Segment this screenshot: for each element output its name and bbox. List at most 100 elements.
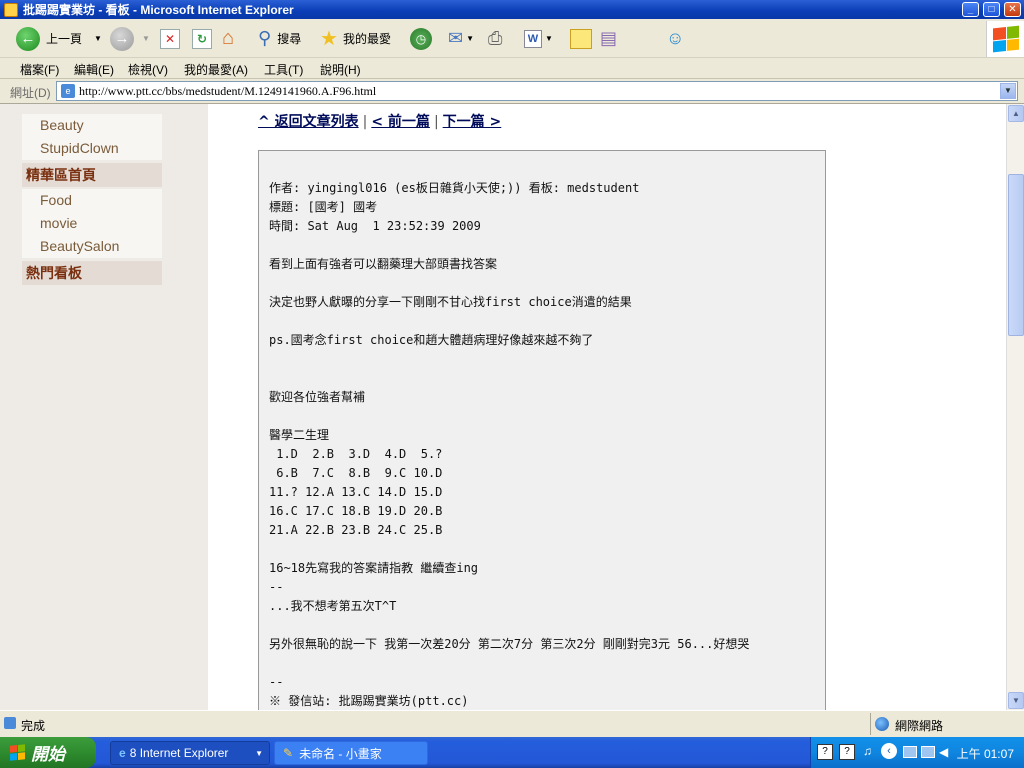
sidebar-item-beauty[interactable]: Beauty — [22, 114, 162, 137]
back-label: 上一頁 — [46, 32, 83, 46]
taskbar-item-paint[interactable]: ✎ 未命名 - 小畫家 — [274, 741, 428, 765]
article-text: 作者: yingingl016 (es板日雜貨小天使;)) 看板: medstu… — [269, 181, 750, 708]
home-icon: ⌂ — [222, 27, 235, 49]
question-tray-icon[interactable]: ? — [839, 744, 855, 760]
menu-file[interactable]: 檔案(F) — [20, 61, 59, 78]
article-nav: ^ 返回文章列表 | < 前一篇 | 下一篇 > — [258, 111, 501, 131]
address-bar: 網址(D) e http://www.ptt.cc/bbs/medstudent… — [0, 79, 1024, 104]
sidebar: Beauty StupidClown 精華區首頁 Food movie Beau… — [0, 104, 208, 710]
vertical-scrollbar[interactable]: ▲ ▼ — [1006, 104, 1024, 710]
paint-task-icon: ✎ — [283, 746, 294, 760]
status-bar: 完成 網際網路 — [0, 710, 1024, 737]
menu-tools[interactable]: 工具(T) — [264, 61, 303, 78]
sidebar-item-stupidclown[interactable]: StupidClown — [22, 137, 162, 160]
messenger-button[interactable]: ☺ — [666, 25, 684, 52]
security-zone: 網際網路 — [870, 713, 1020, 735]
windows-logo-icon — [10, 744, 25, 761]
address-dropdown-icon[interactable]: ▼ — [1000, 83, 1016, 99]
scroll-up-button[interactable]: ▲ — [1008, 105, 1024, 122]
close-button[interactable]: ✕ — [1004, 2, 1021, 17]
star-icon: ★ — [320, 28, 338, 50]
nav-separator: | — [433, 114, 439, 130]
taskbar-item-ie[interactable]: e 8 Internet Explorer ▼ — [110, 741, 270, 765]
page-content: Beauty StupidClown 精華區首頁 Food movie Beau… — [0, 104, 1006, 710]
next-article-link[interactable]: 下一篇 > — [443, 114, 502, 130]
menu-favorites[interactable]: 我的最愛(A) — [184, 61, 248, 78]
edit-dropdown-icon[interactable]: ▼ — [545, 34, 553, 43]
windows-flag-icon — [986, 21, 1024, 57]
back-dropdown-icon[interactable]: ▼ — [94, 34, 102, 43]
network-tray-icon[interactable] — [903, 746, 917, 758]
scroll-down-button[interactable]: ▼ — [1008, 692, 1024, 709]
start-button[interactable]: 開始 — [0, 737, 96, 768]
research-icon: ▤ — [600, 28, 618, 48]
ie-app-icon — [4, 2, 18, 17]
history-icon: ◷ — [410, 27, 432, 50]
note-icon — [570, 28, 592, 49]
standard-toolbar: ← 上一頁 ▼ → ▼ ✕ ↻ ⌂ ⚲ 搜尋 ★ 我的最愛 ◷ ✉ ▼ ⎙ W … — [0, 19, 1024, 58]
article-body: 作者: yingingl016 (es板日雜貨小天使;)) 看板: medstu… — [258, 150, 826, 710]
maximize-button[interactable]: □ — [983, 2, 1000, 17]
menu-bar: 檔案(F) 編輯(E) 檢視(V) 我的最愛(A) 工具(T) 說明(H) — [0, 58, 1024, 79]
sidebar-item-movie[interactable]: movie — [22, 212, 162, 235]
sidebar-heading-digest[interactable]: 精華區首頁 — [22, 163, 162, 187]
favorites-button[interactable]: ★ 我的最愛 — [320, 25, 391, 52]
edit-button[interactable]: W ▼ — [524, 25, 553, 52]
zone-label: 網際網路 — [895, 719, 944, 733]
window-title: 批踢踢實業坊 - 看板 - Microsoft Internet Explore… — [23, 3, 294, 17]
address-label: 網址(D) — [10, 86, 51, 100]
sidebar-item-beautysalon[interactable]: BeautySalon — [22, 235, 162, 258]
globe-icon — [875, 717, 889, 731]
window-title-bar[interactable]: 批踢踢實業坊 - 看板 - Microsoft Internet Explore… — [0, 0, 1024, 19]
scroll-thumb[interactable] — [1008, 174, 1024, 336]
sidebar-heading-hot-boards[interactable]: 熱門看板 — [22, 261, 162, 285]
refresh-icon: ↻ — [192, 28, 212, 49]
forward-arrow-icon: → — [110, 26, 134, 51]
taskbar: 開始 e 8 Internet Explorer ▼ ✎ 未命名 - 小畫家 ?… — [0, 737, 1024, 768]
nav-separator: | — [362, 114, 368, 130]
clock[interactable]: 上午 01:07 — [957, 745, 1014, 762]
speaker-tray-icon[interactable]: ◀ — [939, 745, 948, 759]
printer-icon: ⎙ — [488, 28, 503, 48]
menu-edit[interactable]: 編輯(E) — [74, 61, 114, 78]
help-tray-icon[interactable]: ? — [817, 744, 833, 760]
back-button[interactable]: ← 上一頁 ▼ — [16, 25, 102, 52]
favorites-label: 我的最愛 — [342, 32, 391, 46]
history-button[interactable]: ◷ — [410, 25, 432, 52]
sidebar-item-food[interactable]: Food — [22, 189, 162, 212]
search-icon: ⚲ — [258, 28, 272, 48]
status-text: 完成 — [21, 719, 46, 733]
back-to-list-link[interactable]: ^ 返回文章列表 — [258, 114, 359, 130]
expand-tray-icon[interactable]: ‹ — [881, 743, 897, 759]
menu-view[interactable]: 檢視(V) — [128, 61, 168, 78]
volume-tray-icon[interactable]: ♫ — [863, 744, 872, 758]
stop-button[interactable]: ✕ — [160, 25, 180, 52]
page-done-icon — [4, 717, 16, 729]
discuss-button[interactable] — [570, 25, 592, 52]
address-url: http://www.ptt.cc/bbs/medstudent/M.12491… — [79, 83, 377, 98]
messenger-icon: ☺ — [666, 28, 685, 48]
forward-dropdown-icon[interactable]: ▼ — [142, 34, 150, 43]
mail-dropdown-icon[interactable]: ▼ — [466, 34, 474, 43]
taskbar-item-paint-label: 未命名 - 小畫家 — [299, 746, 382, 761]
home-button[interactable]: ⌂ — [222, 25, 234, 52]
search-button[interactable]: ⚲ 搜尋 — [258, 25, 301, 52]
prev-article-link[interactable]: < 前一篇 — [371, 114, 430, 130]
search-label: 搜尋 — [277, 32, 302, 46]
minimize-button[interactable]: _ — [962, 2, 979, 17]
mail-icon: ✉ — [448, 28, 464, 48]
page-icon: e — [61, 84, 75, 98]
refresh-button[interactable]: ↻ — [192, 25, 212, 52]
print-button[interactable]: ⎙ — [488, 25, 502, 52]
mail-button[interactable]: ✉ ▼ — [448, 25, 474, 52]
menu-help[interactable]: 說明(H) — [320, 61, 361, 78]
address-input[interactable]: e http://www.ptt.cc/bbs/medstudent/M.124… — [56, 81, 1018, 101]
group-dropdown-icon: ▼ — [255, 748, 263, 758]
taskbar-item-ie-label: 8 Internet Explorer — [129, 746, 229, 760]
system-tray: ? ? ♫ ‹ ◀ 上午 01:07 — [810, 737, 1024, 768]
forward-button[interactable]: → ▼ — [110, 25, 150, 52]
research-button[interactable]: ▤ — [600, 25, 617, 52]
stop-icon: ✕ — [160, 28, 180, 49]
network-tray-icon-2[interactable] — [921, 746, 935, 758]
ie-task-icon: e — [119, 746, 126, 760]
